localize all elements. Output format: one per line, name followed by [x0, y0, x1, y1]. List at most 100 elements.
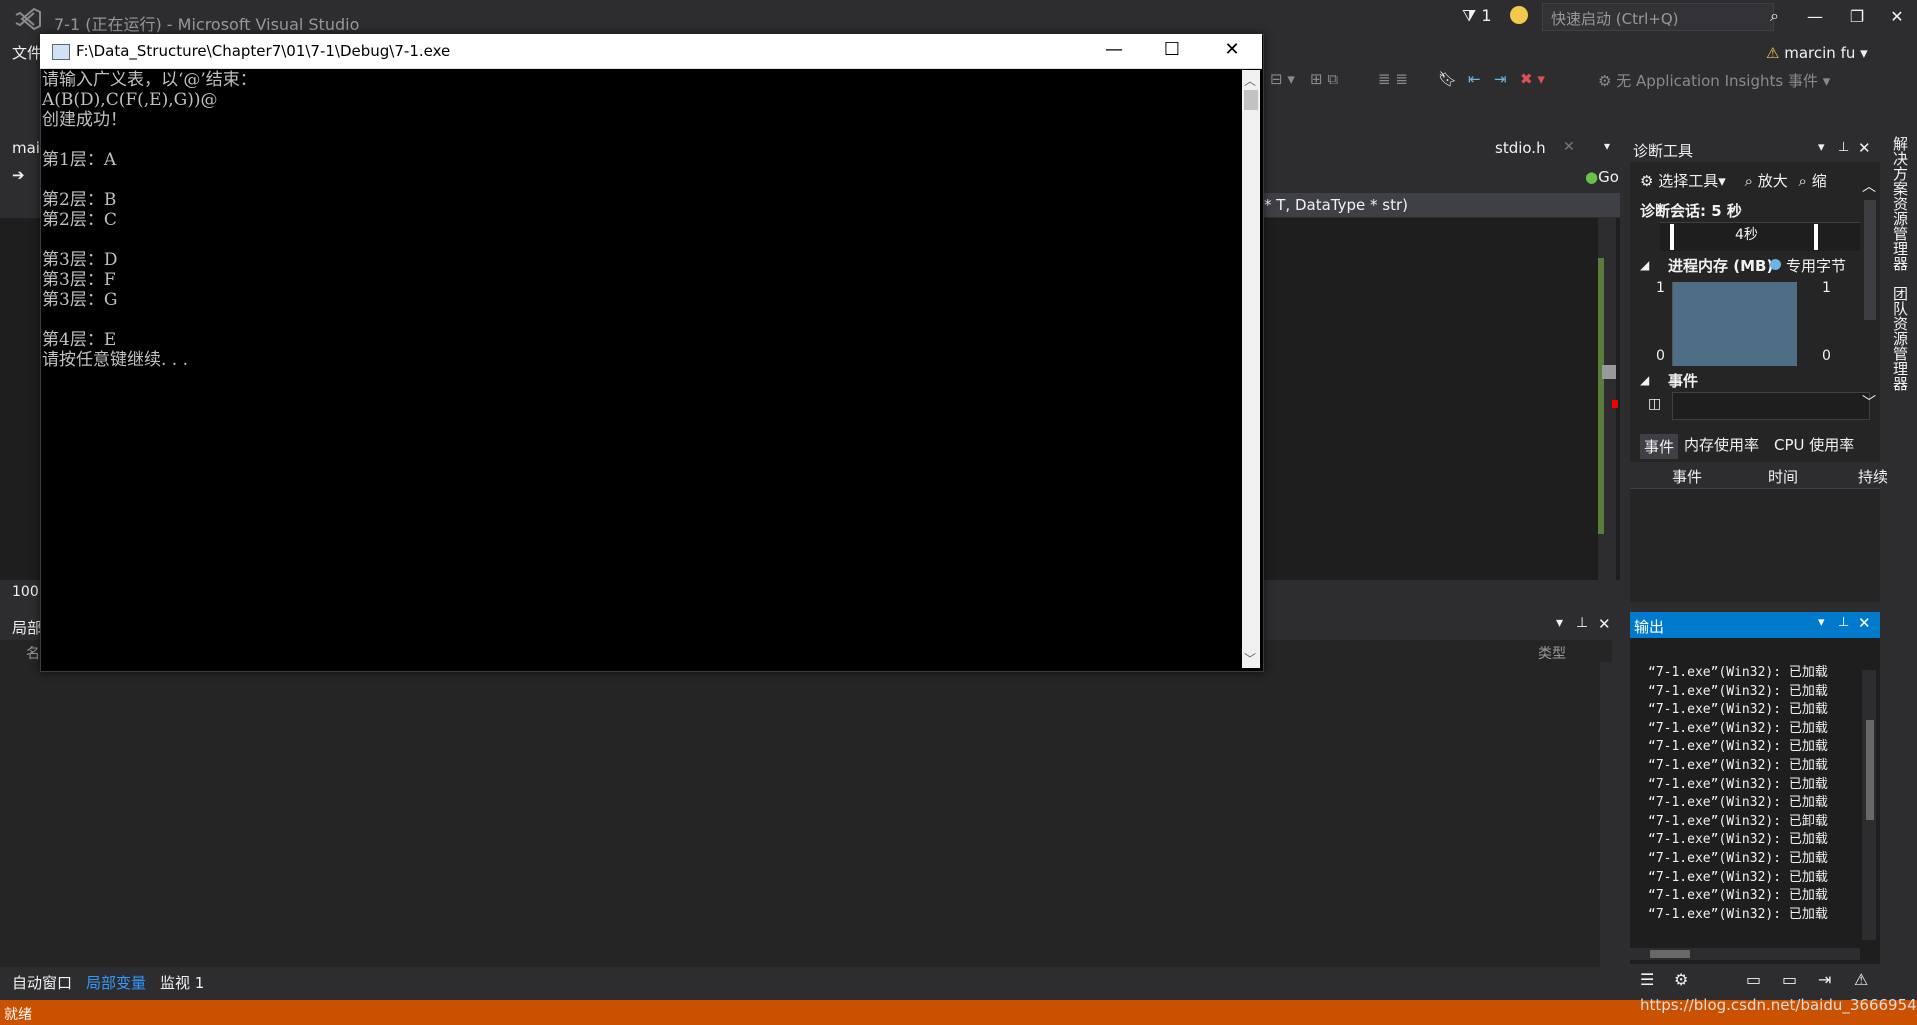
locals-dropdown-icon[interactable]: ▾ [1556, 615, 1563, 631]
zoom-out-icon: ⌕ [1798, 172, 1807, 190]
feedback-smiley-icon[interactable] [1510, 6, 1528, 24]
zoom-in-icon: ⌕ [1744, 172, 1753, 190]
column-type[interactable]: 类型 [1538, 643, 1566, 663]
bookmark-icon[interactable]: 🔖︎ [1438, 70, 1457, 88]
next-bookmark-icon[interactable]: ⇥ [1494, 70, 1507, 88]
scroll-thumb[interactable] [1602, 365, 1616, 379]
tab-main[interactable]: mai [12, 139, 40, 157]
tab-stdio[interactable]: stdio.h [1495, 139, 1546, 157]
grid-col-duration[interactable]: 持续 [1858, 466, 1888, 487]
tab-dropdown-icon[interactable]: ▾ [1604, 139, 1610, 153]
collapse-events-icon[interactable]: ◢ [1640, 373, 1649, 387]
output-line: “7-1.exe”(Win32): 已加载 [1648, 776, 1828, 792]
console-scroll-up-icon[interactable]: ︿ [1244, 72, 1256, 89]
diag-scroll-down-icon[interactable]: ﹀ [1862, 392, 1876, 412]
output-pin-icon[interactable]: ⊥ [1838, 615, 1849, 630]
timeline-ruler[interactable] [1660, 222, 1860, 251]
immediate-window-icon[interactable]: ▭ [1746, 970, 1761, 989]
debug-tabs [0, 966, 1630, 994]
console-line: 请按任意键继续. . . [42, 350, 189, 370]
output-line: “7-1.exe”(Win32): 已卸载 [1648, 813, 1828, 829]
console-scroll-thumb[interactable] [1244, 90, 1258, 110]
locals-pin-icon[interactable]: ⊥ [1576, 615, 1588, 631]
quick-launch-input[interactable]: 快速启动 (Ctrl+Q) [1542, 3, 1774, 31]
zoom-in-button[interactable]: 放大 [1758, 172, 1788, 190]
notifications-icon[interactable]: ⧩ 1 [1462, 6, 1492, 26]
tab-memory-usage[interactable]: 内存使用率 [1684, 434, 1759, 455]
user-name: marcin fu [1784, 44, 1856, 62]
console-scrollbar[interactable] [1242, 70, 1260, 668]
toolbar-icon-1[interactable]: ⊟ ▾ [1270, 70, 1295, 88]
diag-dropdown-icon[interactable]: ▾ [1818, 140, 1825, 155]
column-name[interactable]: 名 [26, 643, 40, 663]
warning-icon: ⚠ [1766, 44, 1780, 62]
output-body[interactable]: “7-1.exe”(Win32): 已加载 “7-1.exe”(Win32): 已… [1630, 638, 1880, 968]
server-explorer-icon[interactable]: ☰ [1640, 970, 1654, 989]
mem-min-left: 0 [1656, 348, 1665, 364]
output-line: “7-1.exe”(Win32): 已加载 [1648, 683, 1828, 699]
error-list-icon[interactable]: ⚠ [1854, 970, 1868, 989]
user-account[interactable]: ⚠ marcin fu ▾ [1766, 44, 1868, 62]
application-insights-label: 无 Application Insights 事件 [1616, 72, 1818, 90]
console-close-button[interactable]: ✕ [1212, 36, 1252, 64]
minimize-button[interactable]: — [1800, 4, 1830, 30]
toolbar-icon-2[interactable]: ⊞ ⧉ [1310, 70, 1338, 88]
tab-solution-explorer[interactable]: 解决方案资源管理器 [1890, 136, 1911, 271]
menu-file[interactable]: 文件 [12, 42, 42, 63]
pause-icon[interactable]: ◫ [1648, 396, 1661, 412]
diag-scrollbar[interactable] [1864, 200, 1876, 320]
clear-bookmarks-icon[interactable]: ✖ ▾ [1520, 70, 1545, 88]
console-output[interactable]: 请输入广义表，以‘@’结束： A(B(D),C(F(,E),G))@ 创建成功！ 第… [41, 70, 1241, 668]
output-window-icon[interactable]: ⇥ [1818, 970, 1831, 989]
go-button[interactable]: ●Go [1585, 168, 1619, 186]
locals-scrollbar[interactable] [1600, 662, 1612, 967]
timeline-handle-right[interactable] [1814, 224, 1818, 250]
close-button[interactable]: ✕ [1882, 4, 1912, 30]
toolbar-icon-3[interactable]: ≣ ≣ [1378, 70, 1408, 88]
tab-autos[interactable]: 自动窗口 [12, 972, 72, 993]
select-tool-button[interactable]: 选择工具 [1658, 172, 1718, 190]
output-hscroll-thumb[interactable] [1650, 950, 1690, 958]
zoom-level[interactable]: 100 [12, 584, 39, 600]
console-line: 第2层：B [42, 190, 117, 210]
window-title: 7-1 (正在运行) - Microsoft Visual Studio [54, 15, 360, 34]
application-insights-button[interactable]: ⚙ 无 Application Insights 事件 ▾ [1598, 70, 1830, 91]
tab-close-icon[interactable]: ✕ [1563, 139, 1575, 155]
diag-toolbar: ⚙ 选择工具▾ ⌕ 放大 ⌕ 缩 [1640, 172, 1827, 190]
timeline-handle-left[interactable] [1670, 224, 1674, 250]
grid-col-event[interactable]: 事件 [1672, 466, 1702, 487]
tab-locals[interactable]: 局部变量 [86, 972, 146, 993]
output-scroll-thumb[interactable] [1866, 720, 1874, 820]
output-close-icon[interactable]: ✕ [1858, 614, 1871, 632]
tab-events[interactable]: 事件 [1640, 434, 1679, 459]
diag-pin-icon[interactable]: ⊥ [1838, 140, 1849, 155]
command-window-icon[interactable]: ▭ [1782, 970, 1797, 989]
restore-button[interactable]: ❐ [1842, 4, 1872, 30]
memory-legend: 专用字节 [1786, 257, 1847, 275]
console-scroll-down-icon[interactable]: ﹀ [1244, 650, 1256, 667]
output-line: “7-1.exe”(Win32): 已加载 [1648, 795, 1828, 811]
tab-cpu-usage[interactable]: CPU 使用率 [1774, 434, 1854, 455]
mem-max-left: 1 [1656, 280, 1665, 296]
diag-scroll-up-icon[interactable]: ︿ [1862, 176, 1876, 196]
console-maximize-button[interactable]: ☐ [1152, 36, 1192, 64]
grid-col-time[interactable]: 时间 [1768, 466, 1798, 487]
timeline-tick: 4秒 [1735, 227, 1758, 243]
toolbox-icon[interactable]: ⚙ [1674, 970, 1688, 989]
status-text: 就绪 [4, 1007, 32, 1023]
tab-team-explorer[interactable]: 团队资源管理器 [1890, 286, 1911, 391]
memory-header: 进程内存 (MB) [1668, 257, 1774, 275]
search-icon[interactable]: ⌕ [1770, 6, 1779, 26]
diag-close-icon[interactable]: ✕ [1858, 139, 1871, 157]
prev-bookmark-icon[interactable]: ⇤ [1468, 70, 1481, 88]
console-line: 创建成功！ [42, 110, 127, 130]
events-grid-header [1630, 462, 1880, 489]
console-minimize-button[interactable]: — [1094, 36, 1134, 64]
execution-arrow-icon: ➔ [12, 166, 25, 184]
output-dropdown-icon[interactable]: ▾ [1818, 615, 1825, 630]
locals-title: 局部 [12, 619, 43, 637]
locals-close-icon[interactable]: ✕ [1598, 615, 1611, 633]
collapse-icon[interactable]: ◢ [1640, 258, 1649, 272]
tab-watch1[interactable]: 监视 1 [160, 972, 204, 993]
zoom-out-button[interactable]: 缩 [1812, 172, 1827, 190]
